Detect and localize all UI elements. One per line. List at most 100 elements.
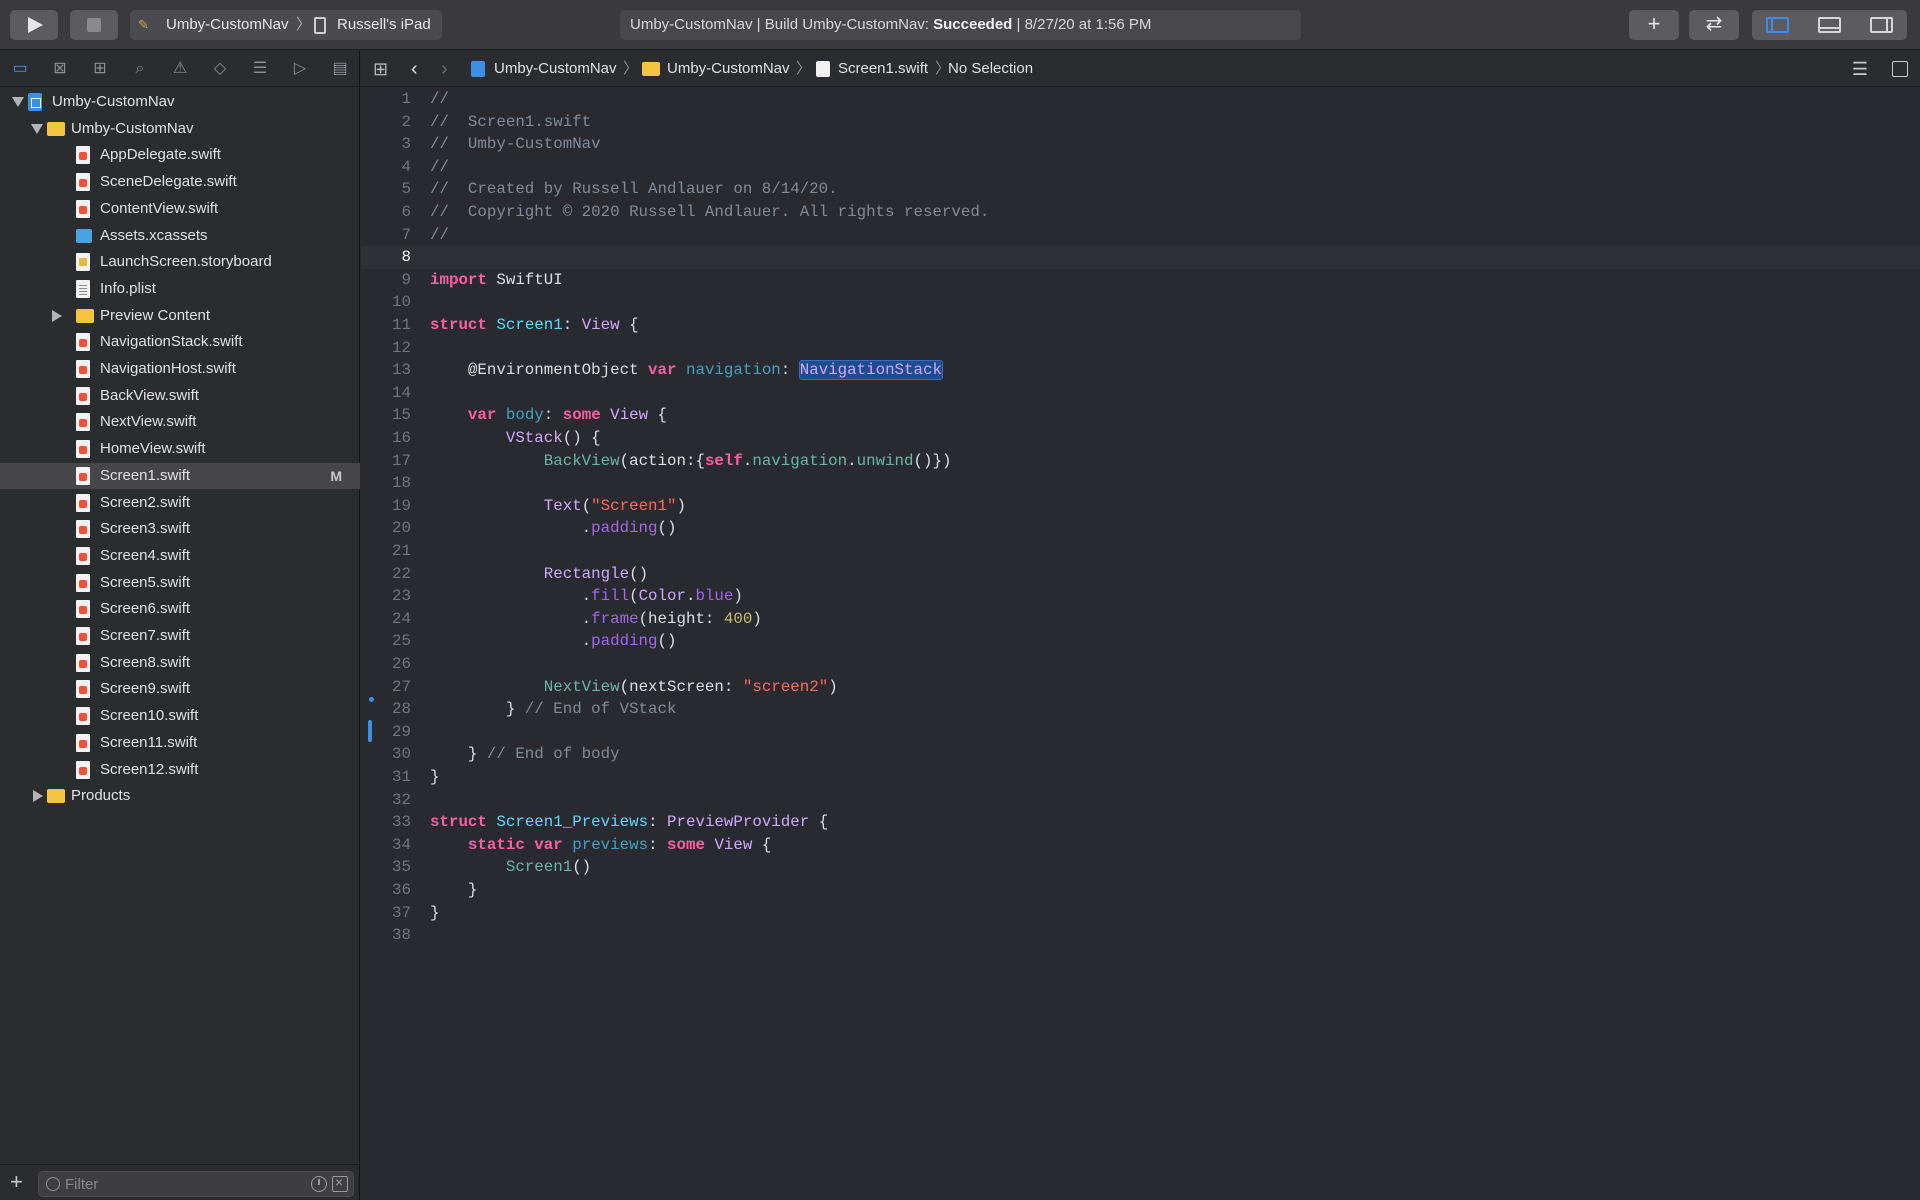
file-tree-item[interactable]: Umby-CustomNav xyxy=(0,116,360,142)
code-line[interactable]: 28 } // End of VStack xyxy=(361,698,1920,721)
code-review-button[interactable]: ⇄ xyxy=(1689,10,1739,40)
code-line[interactable]: 7 // xyxy=(361,224,1920,247)
navigator-toggle-button[interactable] xyxy=(1752,10,1803,40)
code-line[interactable]: 33 struct Screen1_Previews: PreviewProvid… xyxy=(361,811,1920,834)
file-tree-item[interactable]: Screen4.swift xyxy=(0,543,360,569)
file-tree-item[interactable]: Screen12.swift xyxy=(0,757,360,783)
code-line[interactable]: 1 // xyxy=(361,88,1920,111)
code-line[interactable]: 2 // Screen1.swift xyxy=(361,111,1920,134)
run-button[interactable] xyxy=(10,10,58,40)
code-line[interactable]: 4 // xyxy=(361,156,1920,179)
source-control-tab[interactable]: ⊠ xyxy=(50,59,70,79)
disclosure-open-icon[interactable] xyxy=(12,97,24,107)
file-tree-item[interactable]: NavigationStack.swift xyxy=(0,329,360,355)
scheme-selector[interactable]: ✎ Umby-CustomNav 〉 Russell's iPad xyxy=(130,10,442,40)
file-tree-item[interactable]: Assets.xcassets xyxy=(0,223,360,249)
file-tree-item[interactable]: Screen1.swift M xyxy=(0,462,360,489)
file-tree-item[interactable]: NavigationHost.swift xyxy=(0,356,360,382)
code-line[interactable]: 23 .fill(Color.blue) xyxy=(361,585,1920,608)
filter-input[interactable] xyxy=(65,1172,295,1196)
code-line[interactable]: 17 BackView(action:{self.navigation.unwi… xyxy=(361,450,1920,473)
code-line[interactable]: 32 xyxy=(361,789,1920,812)
breadcrumb-project[interactable]: Umby-CustomNav xyxy=(494,51,617,87)
add-file-button[interactable]: + xyxy=(10,1171,23,1193)
code-line[interactable]: 30 } // End of body xyxy=(361,743,1920,766)
file-tree-item[interactable]: Screen7.swift xyxy=(0,623,360,649)
code-line[interactable]: 25 .padding() xyxy=(361,630,1920,653)
file-tree-item[interactable]: Screen8.swift xyxy=(0,650,360,676)
stop-button[interactable] xyxy=(70,10,118,40)
filter-field[interactable] xyxy=(38,1171,354,1197)
code-line[interactable]: 14 xyxy=(361,382,1920,405)
file-tree-item[interactable]: NextView.swift xyxy=(0,409,360,435)
recent-files-icon[interactable] xyxy=(311,1176,327,1192)
file-tree-item[interactable]: AppDelegate.swift xyxy=(0,142,360,168)
code-line[interactable]: 31} xyxy=(361,766,1920,789)
breadcrumb-file[interactable]: Screen1.swift xyxy=(838,51,928,87)
file-tree-item[interactable]: SceneDelegate.swift xyxy=(0,169,360,195)
file-tree-item[interactable]: LaunchScreen.storyboard xyxy=(0,249,360,275)
forward-button[interactable]: › xyxy=(441,51,448,87)
file-tree-item[interactable]: Products xyxy=(0,783,360,809)
code-line[interactable]: 15 var body: some View { xyxy=(361,404,1920,427)
disclosure-closed-icon[interactable] xyxy=(52,309,62,322)
code-line[interactable]: 21 xyxy=(361,540,1920,563)
issue-navigator-tab[interactable]: ⚠ xyxy=(170,59,190,79)
report-navigator-tab[interactable]: ▤ xyxy=(330,59,350,79)
code-line[interactable]: 27 NextView(nextScreen: "screen2") xyxy=(361,676,1920,699)
code-line[interactable]: 20 .padding() xyxy=(361,517,1920,540)
file-tree-item[interactable]: Screen11.swift xyxy=(0,730,360,756)
code-line[interactable]: 16 VStack() { xyxy=(361,427,1920,450)
project-navigator-tab[interactable]: ▭ xyxy=(10,59,30,79)
code-line[interactable]: 5 // Created by Russell Andlauer on 8/14/… xyxy=(361,178,1920,201)
code-line[interactable]: 18 xyxy=(361,472,1920,495)
disclosure-closed-icon[interactable] xyxy=(33,790,43,803)
file-tree-item[interactable]: Screen9.swift xyxy=(0,676,360,702)
file-tree-item[interactable]: Preview Content xyxy=(0,303,360,329)
related-items-icon[interactable]: ⊞ xyxy=(373,51,388,87)
test-navigator-tab[interactable]: ◇ xyxy=(210,59,230,79)
add-editor-icon[interactable] xyxy=(1892,61,1908,77)
source-editor[interactable]: 1 // 2 // Screen1.swift 3 // Umby-CustomNav 4 /… xyxy=(361,88,1920,1200)
find-navigator-tab[interactable]: ⌕ xyxy=(130,59,150,79)
code-line[interactable]: 36 } xyxy=(361,879,1920,902)
disclosure-open-icon[interactable] xyxy=(31,123,43,134)
breakpoint-navigator-tab[interactable]: ▷ xyxy=(290,59,310,79)
file-tree-item[interactable]: ContentView.swift xyxy=(0,196,360,222)
inspector-toggle-button[interactable] xyxy=(1856,10,1907,40)
code-line[interactable]: 11 struct Screen1: View { xyxy=(361,314,1920,337)
file-tree-item[interactable]: BackView.swift xyxy=(0,383,360,409)
code-line[interactable]: 29 xyxy=(361,721,1920,744)
symbol-navigator-tab[interactable]: ⊞ xyxy=(90,59,110,79)
code-line[interactable]: 26 xyxy=(361,653,1920,676)
code-line[interactable]: 3 // Umby-CustomNav xyxy=(361,133,1920,156)
file-tree-item[interactable]: Info.plist xyxy=(0,276,360,302)
code-line[interactable]: 13 @EnvironmentObject var navigation: Na… xyxy=(361,359,1920,382)
file-tree-item[interactable]: Screen5.swift xyxy=(0,570,360,596)
code-line[interactable]: 34 static var previews: some View { xyxy=(361,834,1920,857)
code-line[interactable]: 38 xyxy=(361,924,1920,947)
run-destination[interactable]: Russell's iPad xyxy=(337,10,431,40)
file-tree-item[interactable]: Screen10.swift xyxy=(0,703,360,729)
code-line[interactable]: 22 Rectangle() xyxy=(361,563,1920,586)
breadcrumb-group[interactable]: Umby-CustomNav xyxy=(667,51,790,87)
file-tree-item[interactable]: HomeView.swift xyxy=(0,436,360,462)
code-line[interactable]: 19 Text("Screen1") xyxy=(361,495,1920,518)
debug-navigator-tab[interactable]: ☰ xyxy=(250,59,270,79)
code-line[interactable]: 10 xyxy=(361,291,1920,314)
editor-options-icon[interactable]: ☰ xyxy=(1852,51,1868,87)
file-tree-item[interactable]: Screen6.swift xyxy=(0,596,360,622)
code-line[interactable]: 35 Screen1() xyxy=(361,856,1920,879)
library-button[interactable]: + xyxy=(1629,10,1679,40)
activity-viewer[interactable]: Umby-CustomNav | Build Umby-CustomNav: S… xyxy=(620,10,1301,40)
code-line[interactable]: 24 .frame(height: 400) xyxy=(361,608,1920,631)
code-line[interactable]: 37} xyxy=(361,902,1920,925)
debug-area-toggle-button[interactable] xyxy=(1804,10,1855,40)
file-tree-item[interactable]: Screen3.swift xyxy=(0,516,360,542)
code-line[interactable]: 6 // Copyright © 2020 Russell Andlauer. A… xyxy=(361,201,1920,224)
modified-files-filter-icon[interactable] xyxy=(332,1174,348,1192)
file-tree-item[interactable]: Umby-CustomNav xyxy=(0,89,360,115)
code-line[interactable]: 9 import SwiftUI xyxy=(361,269,1920,292)
code-line[interactable]: 12 xyxy=(361,337,1920,360)
file-tree-item[interactable]: Screen2.swift xyxy=(0,490,360,516)
